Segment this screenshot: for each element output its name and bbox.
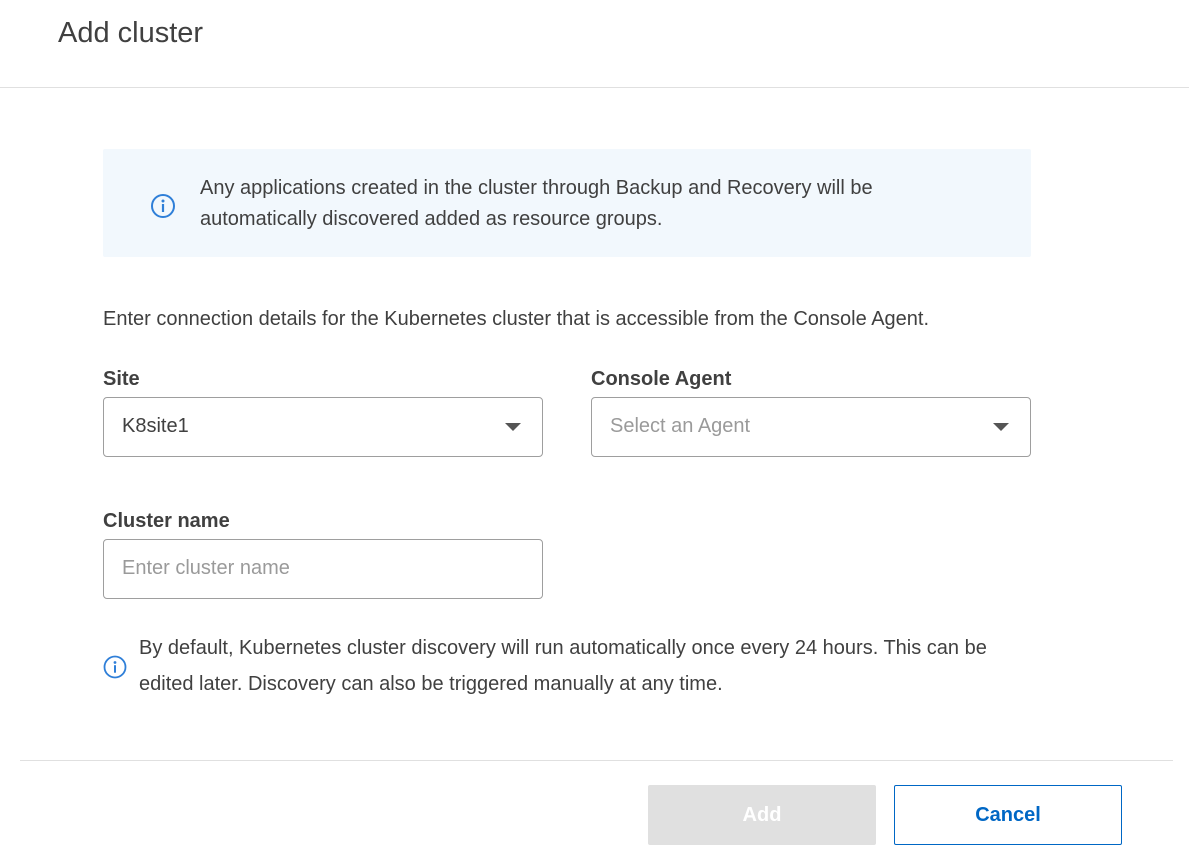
dialog-header: Add cluster (0, 0, 1189, 88)
intro-text: Enter connection details for the Kuberne… (103, 308, 930, 330)
info-icon (150, 193, 176, 219)
site-select-value: K8site1 (122, 415, 189, 437)
cluster-name-placeholder: Enter cluster name (122, 557, 290, 579)
add-cluster-dialog: Add cluster Any applications created in … (0, 0, 1189, 861)
chevron-down-icon (993, 423, 1009, 431)
footer-divider (20, 760, 1173, 761)
info-banner: Any applications created in the cluster … (103, 149, 1031, 257)
add-button[interactable]: Add (648, 785, 876, 845)
info-icon (103, 655, 127, 679)
cluster-name-input[interactable]: Enter cluster name (103, 539, 543, 599)
site-select[interactable]: K8site1 (103, 397, 543, 457)
banner-text: Any applications created in the cluster … (200, 177, 873, 230)
cluster-name-label: Cluster name (103, 510, 230, 532)
discovery-note-text: By default, Kubernetes cluster discovery… (139, 637, 987, 695)
chevron-down-icon (505, 423, 521, 431)
dialog-title: Add cluster (58, 17, 204, 49)
console-agent-select[interactable]: Select an Agent (591, 397, 1031, 457)
site-label: Site (103, 368, 140, 390)
cancel-button[interactable]: Cancel (894, 785, 1122, 845)
console-agent-label: Console Agent (591, 368, 732, 390)
console-agent-placeholder: Select an Agent (610, 415, 751, 437)
